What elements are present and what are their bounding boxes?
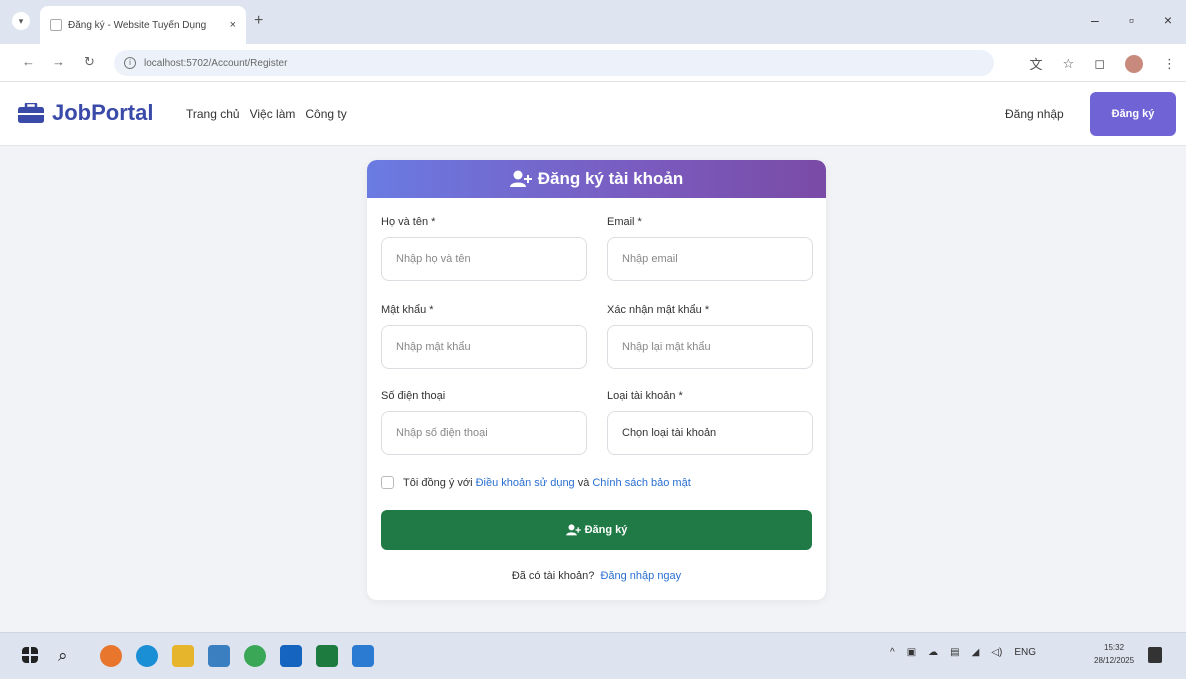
email-input[interactable] — [607, 237, 813, 281]
phone-input[interactable] — [381, 411, 587, 455]
user-plus-icon — [565, 524, 581, 536]
phone-group: Số điện thoại — [381, 390, 587, 455]
address-bar: ← → ↻ i localhost:5702/Account/Register … — [0, 44, 1186, 82]
password-input[interactable] — [381, 325, 587, 369]
agree-terms-row: Tôi đồng ý với Điều khoản sử dụng và Chí… — [381, 476, 694, 489]
login-link[interactable]: Đăng nhập — [1005, 107, 1064, 121]
brand-logo[interactable]: JobPortal — [18, 100, 153, 126]
full-name-input[interactable] — [381, 237, 587, 281]
word-icon[interactable] — [280, 645, 302, 667]
agree-prefix: Tôi đồng ý với — [403, 476, 473, 489]
clock-time: 15:32 — [1104, 643, 1125, 652]
maximize-button[interactable]: ▫ — [1129, 12, 1134, 28]
nav-companies[interactable]: Công ty — [305, 107, 346, 121]
reload-icon[interactable]: ↻ — [84, 54, 95, 70]
login-now-link[interactable]: Đăng nhập ngay — [600, 570, 681, 582]
close-window-button[interactable]: × — [1164, 12, 1172, 28]
have-account-text: Đã có tài khoản? — [511, 570, 595, 582]
header-register-button[interactable]: Đăng ký — [1090, 92, 1176, 136]
close-tab-icon[interactable]: × — [230, 19, 236, 31]
user-plus-icon — [509, 170, 532, 187]
new-tab-button[interactable]: + — [254, 12, 263, 30]
browser-tab[interactable]: Đăng ký - Website Tuyển Dụng × — [40, 6, 246, 44]
translate-icon[interactable]: 文 — [1030, 54, 1043, 73]
system-tray: ^ ▣ ☁ ▤ ◢ ◁) ENG — [890, 647, 1036, 658]
agree-and: và — [577, 476, 590, 489]
window-controls: – ▫ × — [1091, 12, 1172, 28]
submit-label: Đăng ký — [584, 524, 628, 536]
confirm-password-input[interactable] — [607, 325, 813, 369]
menu-kebab-icon[interactable]: ⋮ — [1163, 56, 1176, 72]
card-header: Đăng ký tài khoản — [367, 160, 826, 198]
back-icon[interactable]: ← — [22, 54, 35, 69]
email-label: Email * — [607, 216, 642, 228]
forward-icon[interactable]: → — [52, 54, 65, 69]
bookmark-star-icon[interactable]: ☆ — [1063, 56, 1075, 72]
url-text: localhost:5702/Account/Register — [144, 57, 288, 69]
tray-app-icon[interactable]: ▣ — [907, 647, 916, 658]
site-header: JobPortal Trang chủ Việc làm Công ty Đăn… — [0, 82, 1186, 146]
vscode-icon[interactable] — [352, 645, 374, 667]
nav-jobs[interactable]: Việc làm — [250, 107, 296, 121]
favicon-icon — [50, 19, 62, 31]
agree-checkbox[interactable] — [381, 476, 394, 489]
wifi-icon[interactable]: ◢ — [972, 647, 980, 658]
account-type-select[interactable]: Chọn loại tài khoản — [607, 411, 813, 455]
account-type-label: Loại tài khoản * — [607, 390, 683, 402]
email-group: Email * — [607, 216, 813, 281]
tab-search-icon[interactable]: ▾ — [12, 12, 30, 30]
confirm-password-label: Xác nhận mật khẩu * — [607, 304, 710, 316]
confirm-password-group: Xác nhận mật khẩu * — [607, 304, 813, 369]
full-name-group: Họ và tên * — [381, 216, 587, 281]
minimize-button[interactable]: – — [1091, 12, 1099, 28]
briefcase-icon — [18, 103, 44, 123]
have-account-row: Đã có tài khoản? Đăng nhập ngay — [367, 570, 826, 582]
full-name-label: Họ và tên * — [381, 216, 436, 228]
submit-register-button[interactable]: Đăng ký — [381, 510, 812, 550]
register-card: Đăng ký tài khoản Họ và tên * Email * Mậ… — [367, 160, 826, 600]
tab-title: Đăng ký - Website Tuyển Dụng — [68, 19, 207, 31]
clock[interactable]: 15:32 28/12/2025 — [1094, 641, 1134, 667]
phone-label: Số điện thoại — [381, 390, 446, 402]
windows-start-icon[interactable] — [22, 647, 38, 663]
search-icon[interactable]: ⌕ — [58, 645, 80, 667]
clock-date: 28/12/2025 — [1094, 656, 1135, 665]
password-group: Mật khẩu * — [381, 304, 587, 369]
language-indicator[interactable]: ENG — [1014, 647, 1036, 658]
form-title: Đăng ký tài khoản — [537, 169, 684, 188]
excel-icon[interactable] — [316, 645, 338, 667]
password-label: Mật khẩu * — [381, 304, 434, 316]
profile-avatar[interactable] — [1125, 54, 1143, 73]
extensions-icon[interactable]: ◻ — [1094, 56, 1105, 72]
chrome-icon[interactable] — [244, 645, 266, 667]
brand-name: JobPortal — [52, 100, 154, 125]
main-nav: Trang chủ Việc làm Công ty — [186, 107, 347, 121]
tray-cloud-icon[interactable]: ☁ — [928, 647, 938, 658]
site-info-icon[interactable]: i — [124, 57, 136, 69]
browser-tab-bar: ▾ Đăng ký - Website Tuyển Dụng × + – ▫ × — [0, 0, 1186, 44]
app-icon-1[interactable] — [100, 645, 122, 667]
account-type-group: Loại tài khoản * Chọn loại tài khoản — [607, 390, 813, 455]
volume-icon[interactable]: ◁) — [991, 647, 1002, 658]
account-type-value: Chọn loại tài khoản — [622, 427, 717, 439]
terms-link[interactable]: Điều khoản sử dụng — [476, 477, 575, 489]
tray-device-icon[interactable]: ▤ — [950, 647, 959, 658]
edge-icon[interactable] — [136, 645, 158, 667]
taskbar: ⌕ ^ ▣ ☁ ▤ ◢ ◁) ENG 15:32 28/12/2025 — [0, 632, 1186, 679]
url-input[interactable]: i localhost:5702/Account/Register — [114, 50, 994, 76]
tray-chevron-icon[interactable]: ^ — [890, 647, 895, 658]
nav-home[interactable]: Trang chủ — [186, 107, 240, 121]
notification-icon[interactable] — [1148, 647, 1162, 663]
browser-toolbar: 文 ☆ ◻ ⋮ — [1030, 54, 1176, 73]
privacy-link[interactable]: Chính sách bảo mật — [592, 477, 690, 489]
file-explorer-icon[interactable] — [172, 645, 194, 667]
app-icon-2[interactable] — [208, 645, 230, 667]
